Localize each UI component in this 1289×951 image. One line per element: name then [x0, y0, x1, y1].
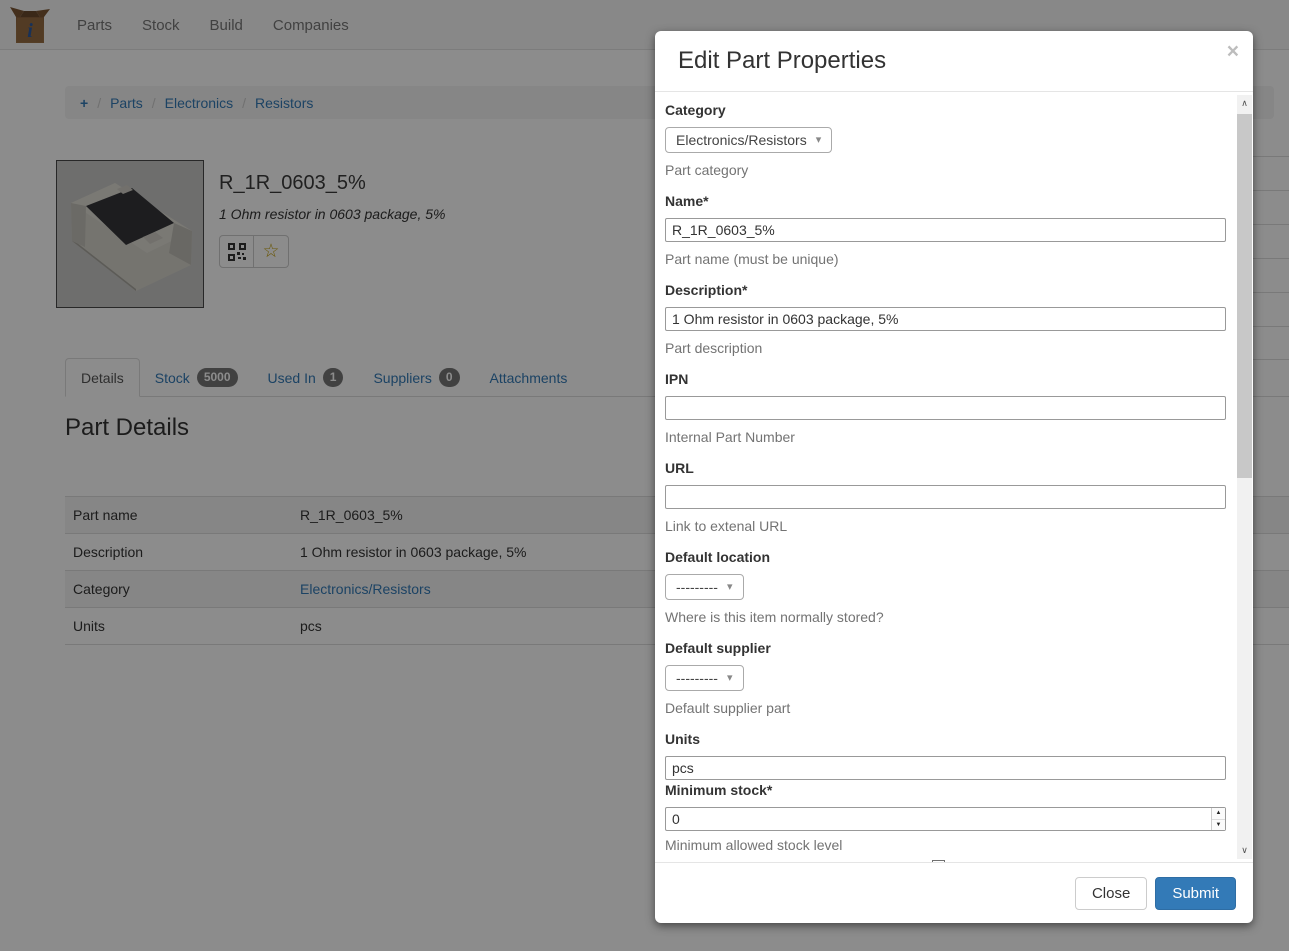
minimum-stock-label: Minimum stock* [665, 782, 1226, 798]
edit-part-modal: Edit Part Properties × Category Electron… [655, 31, 1253, 923]
field-name: Name* Part name (must be unique) [665, 193, 1226, 267]
modal-scrollbar[interactable]: ∧ ∨ [1237, 95, 1252, 859]
default-supplier-selected-value: --------- [676, 670, 718, 686]
units-label: Units [665, 731, 1226, 747]
category-selected-value: Electronics/Resistors [676, 132, 807, 148]
chevron-down-icon: ▾ [727, 582, 733, 593]
default-location-help: Where is this item normally stored? [665, 609, 1226, 625]
scroll-up-icon[interactable]: ∧ [1237, 95, 1252, 112]
category-label: Category [665, 102, 1226, 118]
field-minimum-stock: Minimum stock* ▲ ▼ Minimum allowed stock… [665, 782, 1226, 853]
description-field[interactable] [665, 307, 1226, 331]
description-help: Part description [665, 340, 1226, 356]
default-location-select[interactable]: --------- ▾ [665, 574, 744, 600]
scroll-down-icon[interactable]: ∨ [1237, 842, 1252, 859]
ipn-field[interactable] [665, 396, 1226, 420]
submit-button[interactable]: Submit [1155, 877, 1236, 910]
field-description: Description* Part description [665, 282, 1226, 356]
default-supplier-label: Default supplier [665, 640, 1226, 656]
spinner-down-icon[interactable]: ▼ [1212, 820, 1225, 831]
minimum-stock-help: Minimum allowed stock level [665, 837, 1226, 853]
ipn-help: Internal Part Number [665, 429, 1226, 445]
default-location-selected-value: --------- [676, 579, 718, 595]
modal-title: Edit Part Properties [678, 47, 886, 75]
url-label: URL [665, 460, 1226, 476]
scrollbar-thumb[interactable] [1237, 114, 1252, 478]
description-label: Description* [665, 282, 1226, 298]
number-spinner: ▲ ▼ [1211, 808, 1225, 830]
category-help: Part category [665, 162, 1226, 178]
field-default-supplier: Default supplier --------- ▾ Default sup… [665, 640, 1226, 716]
chevron-down-icon: ▾ [727, 673, 733, 684]
default-location-label: Default location [665, 549, 1226, 565]
close-icon[interactable]: × [1227, 41, 1239, 62]
units-field[interactable] [665, 756, 1226, 780]
modal-form: Category Electronics/Resistors ▾ Part ca… [655, 92, 1253, 862]
chevron-down-icon: ▾ [816, 135, 822, 146]
default-supplier-select[interactable]: --------- ▾ [665, 665, 744, 691]
spinner-up-icon[interactable]: ▲ [1212, 808, 1225, 820]
field-units: Units [665, 731, 1226, 780]
url-help: Link to extenal URL [665, 518, 1226, 534]
modal-header: Edit Part Properties × [655, 31, 1253, 92]
field-ipn: IPN Internal Part Number [665, 371, 1226, 445]
field-default-location: Default location --------- ▾ Where is th… [665, 549, 1226, 625]
name-field[interactable] [665, 218, 1226, 242]
field-url: URL Link to extenal URL [665, 460, 1226, 534]
default-supplier-help: Default supplier part [665, 700, 1226, 716]
modal-footer: Close Submit [655, 862, 1253, 923]
name-label: Name* [665, 193, 1226, 209]
url-field[interactable] [665, 485, 1226, 509]
name-help: Part name (must be unique) [665, 251, 1226, 267]
category-select[interactable]: Electronics/Resistors ▾ [665, 127, 832, 153]
close-button[interactable]: Close [1075, 877, 1147, 910]
minimum-stock-field[interactable] [665, 807, 1226, 831]
ipn-label: IPN [665, 371, 1226, 387]
modal-body: Category Electronics/Resistors ▾ Part ca… [655, 92, 1253, 862]
field-category: Category Electronics/Resistors ▾ Part ca… [665, 102, 1226, 178]
